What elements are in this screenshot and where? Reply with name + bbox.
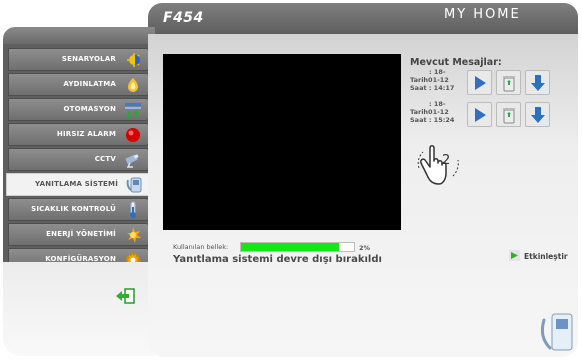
message-date-prefix: : 18-: [429, 68, 446, 76]
download-button[interactable]: [525, 70, 550, 95]
sidebar-item-label: SICAKLIK KONTROLÜ: [31, 205, 116, 213]
activate-label: Etkinleştir: [524, 252, 568, 261]
sidebar-item-lighting[interactable]: AYDINLATMA: [8, 73, 149, 96]
sidebar-item-label: SENARYOLAR: [61, 55, 116, 63]
arrow-down-icon: [531, 75, 545, 91]
activate-arrow-icon: [509, 250, 520, 261]
sidebar-header: [3, 27, 155, 44]
sidebar-item-burglar-alarm[interactable]: HIRSIZ ALARM: [8, 123, 149, 146]
message-time: Saat : 14:17: [410, 84, 455, 92]
message-time: Saat : 15:24: [410, 116, 455, 124]
message-date-prefix: : 18-: [429, 100, 446, 108]
thermometer-icon: [130, 201, 136, 218]
answering-machine-icon: [126, 177, 142, 193]
page-title: F454: [163, 10, 204, 26]
message-meta: : 18- Tarih01-12 Saat : 14:17: [410, 68, 468, 92]
play-button[interactable]: [467, 70, 492, 95]
memory-bar: [240, 242, 355, 252]
sidebar-item-temperature[interactable]: SICAKLIK KONTROLÜ: [8, 198, 149, 221]
sidebar-item-scenarios[interactable]: SENARYOLAR: [8, 48, 149, 71]
video-display: [163, 54, 401, 230]
activate-button[interactable]: Etkinleştir: [509, 250, 571, 264]
sidebar-item-label: ENERJİ YÖNETİMİ: [46, 230, 116, 238]
camera-icon: [125, 154, 139, 168]
sidebar-item-label: OTOMASYON: [63, 105, 116, 113]
bulb-icon: [128, 78, 138, 92]
play-icon: [475, 76, 486, 90]
arrow-down-icon: [531, 107, 545, 123]
sidebar-item-label: HIRSIZ ALARM: [56, 130, 116, 138]
energy-icon: [127, 227, 141, 243]
alarm-icon: [126, 128, 140, 142]
sidebar-item-automation[interactable]: OTOMASYON: [8, 98, 149, 121]
handset-icon: [540, 313, 573, 351]
download-button[interactable]: [525, 102, 550, 127]
memory-label: Kullanılan bellek:: [173, 243, 229, 251]
sidebar-item-label: CCTV: [94, 155, 116, 163]
brand-logo: MY HOME: [444, 7, 521, 22]
sidebar-item-cctv[interactable]: CCTV: [8, 148, 149, 171]
sidebar-footer: [3, 262, 155, 356]
message-item: : 18- Tarih01-12 Saat : 14:17: [410, 68, 560, 98]
messages-title: Mevcut Mesajlar:: [410, 57, 502, 68]
scenario-icon: [127, 53, 140, 67]
back-button[interactable]: [114, 287, 136, 305]
delete-button[interactable]: [496, 102, 521, 127]
play-button[interactable]: [467, 102, 492, 127]
callout-number: 2: [442, 153, 450, 168]
message-date: Tarih01-12: [410, 76, 449, 84]
message-meta: : 18- Tarih01-12 Saat : 15:24: [410, 100, 468, 124]
sidebar-item-label: YANITLAMA SİSTEMİ: [35, 180, 118, 188]
automation-icon: [125, 103, 141, 119]
trash-icon: [503, 108, 515, 124]
delete-button[interactable]: [496, 70, 521, 95]
memory-percent: 2%: [359, 244, 371, 252]
play-icon: [475, 108, 486, 122]
sidebar-item-label: AYDINLATMA: [63, 80, 116, 88]
sidebar: SENARYOLAR AYDINLATMA OTOMASYON HIRSIZ A…: [3, 44, 155, 282]
sidebar-item-answering-system[interactable]: YANITLAMA SİSTEMİ: [6, 173, 151, 196]
status-text: Yanıtlama sistemi devre dışı bırakıldı: [173, 254, 382, 265]
message-date: Tarih01-12: [410, 108, 449, 116]
message-item: : 18- Tarih01-12 Saat : 15:24: [410, 100, 560, 130]
memory-bar-fill: [241, 243, 340, 251]
trash-icon: [503, 76, 515, 92]
sidebar-item-energy[interactable]: ENERJİ YÖNETİMİ: [8, 223, 149, 246]
hand-pointer-callout: 2: [417, 145, 459, 185]
